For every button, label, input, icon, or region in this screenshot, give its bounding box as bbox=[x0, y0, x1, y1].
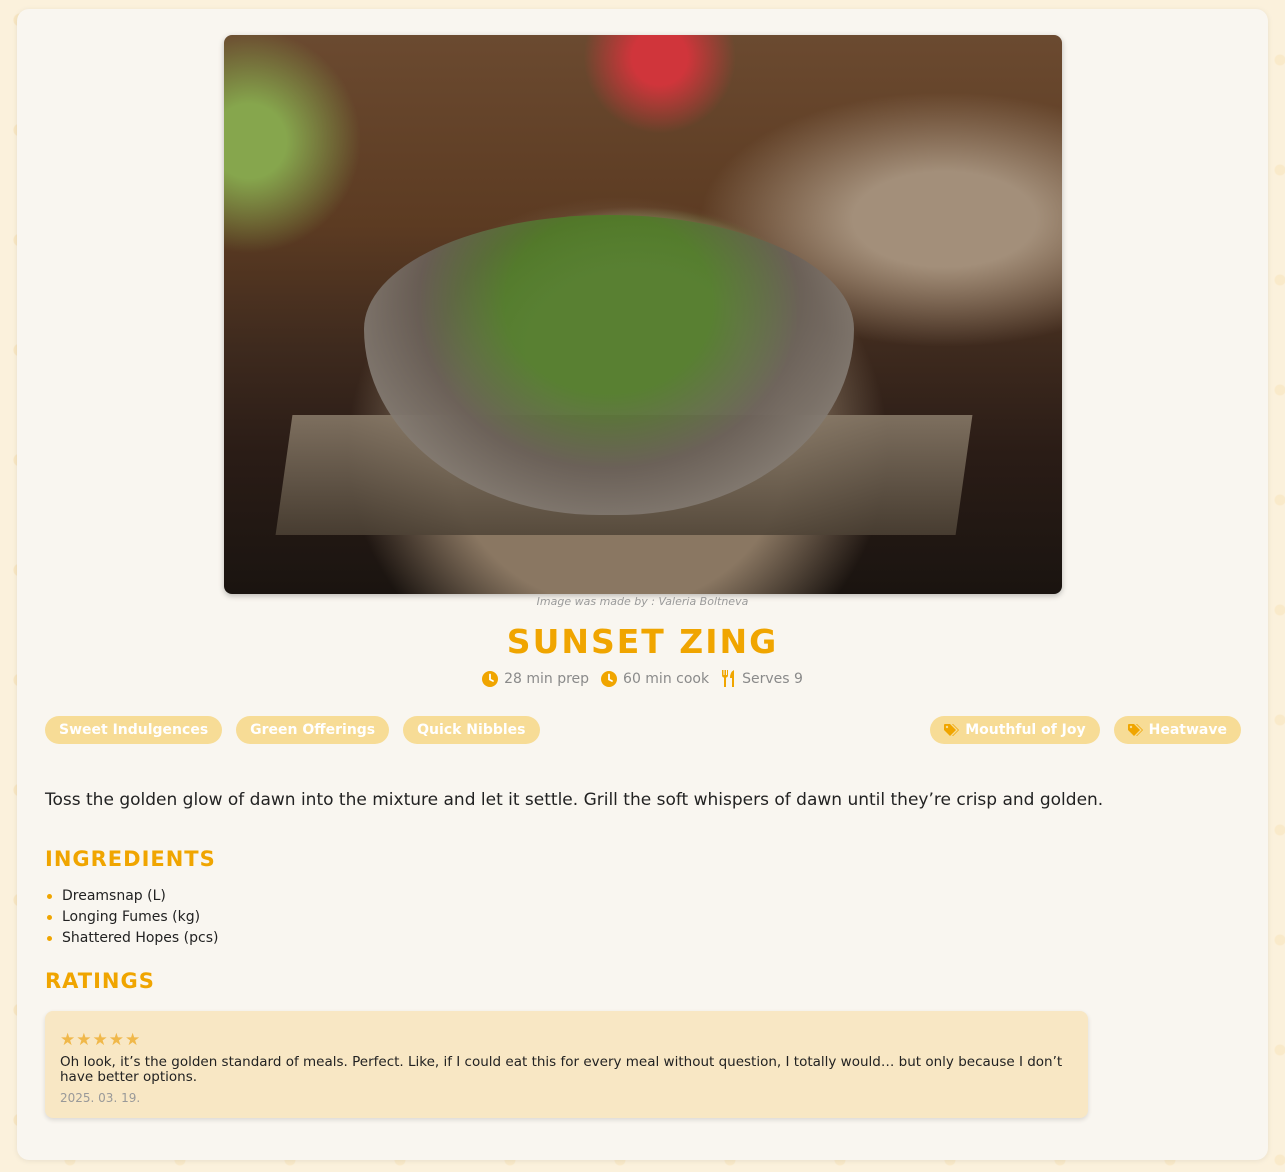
recipe-title: SUNSET ZING bbox=[506, 622, 779, 661]
label-tags: Mouthful of Joy Heatwave bbox=[916, 716, 1241, 744]
image-credit: Image was made by : Valeria Boltneva bbox=[536, 595, 749, 608]
category-tags: Sweet Indulgences Green Offerings Quick … bbox=[45, 716, 554, 744]
label-tag[interactable]: Heatwave bbox=[1113, 716, 1241, 744]
recipe-card: Image was made by : Valeria Boltneva SUN… bbox=[17, 9, 1268, 1160]
category-tag[interactable]: Green Offerings bbox=[236, 716, 390, 744]
servings-label: Serves 9 bbox=[742, 670, 803, 687]
bullet-icon bbox=[47, 936, 52, 941]
prep-time: 28 min prep bbox=[482, 670, 590, 687]
recipe-meta: 28 min prep 60 min cook Serves 9 bbox=[17, 670, 1268, 687]
ratings-heading: RATINGS bbox=[45, 969, 155, 993]
review-text: Oh look, it’s the golden standard of mea… bbox=[60, 1054, 1063, 1085]
ingredients-list: Dreamsnap (L) Longing Fumes (kg) Shatter… bbox=[47, 886, 218, 949]
review-date: 2025. 03. 19. bbox=[60, 1091, 141, 1105]
star-rating: ★ ★ ★ ★ ★ bbox=[60, 1031, 1073, 1049]
star-icon: ★ bbox=[60, 1030, 76, 1050]
clock-icon bbox=[601, 670, 618, 687]
recipe-description: Toss the golden glow of dawn into the mi… bbox=[45, 790, 1104, 810]
category-tag[interactable]: Quick Nibbles bbox=[403, 716, 540, 744]
servings: Serves 9 bbox=[721, 670, 803, 687]
bullet-icon bbox=[47, 894, 52, 899]
prep-time-label: 28 min prep bbox=[504, 670, 590, 687]
category-tag[interactable]: Sweet Indulgences bbox=[45, 716, 223, 744]
star-icon: ★ bbox=[76, 1030, 92, 1050]
clock-icon bbox=[482, 670, 499, 687]
ingredients-heading: INGREDIENTS bbox=[45, 847, 216, 871]
ingredient-label: Longing Fumes (kg) bbox=[62, 909, 201, 925]
cook-time-label: 60 min cook bbox=[623, 670, 710, 687]
bullet-icon bbox=[47, 915, 52, 920]
star-icon: ★ bbox=[92, 1030, 108, 1050]
label-tag-text: Heatwave bbox=[1148, 722, 1227, 738]
ingredient-item: Longing Fumes (kg) bbox=[47, 907, 218, 928]
review-card: ★ ★ ★ ★ ★ Oh look, it’s the golden stand… bbox=[45, 1011, 1088, 1118]
tag-icon bbox=[1127, 724, 1143, 736]
tag-icon bbox=[944, 724, 960, 736]
label-tag-text: Mouthful of Joy bbox=[965, 722, 1086, 738]
recipe-photo bbox=[224, 35, 1062, 594]
ingredient-item: Shattered Hopes (pcs) bbox=[47, 928, 218, 949]
star-icon: ★ bbox=[108, 1030, 124, 1050]
ingredient-label: Shattered Hopes (pcs) bbox=[62, 930, 219, 946]
fork-knife-icon bbox=[721, 670, 736, 687]
label-tag[interactable]: Mouthful of Joy bbox=[930, 716, 1100, 744]
ingredient-item: Dreamsnap (L) bbox=[47, 886, 218, 907]
cook-time: 60 min cook bbox=[601, 670, 710, 687]
ingredient-label: Dreamsnap (L) bbox=[62, 888, 166, 904]
star-icon: ★ bbox=[125, 1030, 141, 1050]
